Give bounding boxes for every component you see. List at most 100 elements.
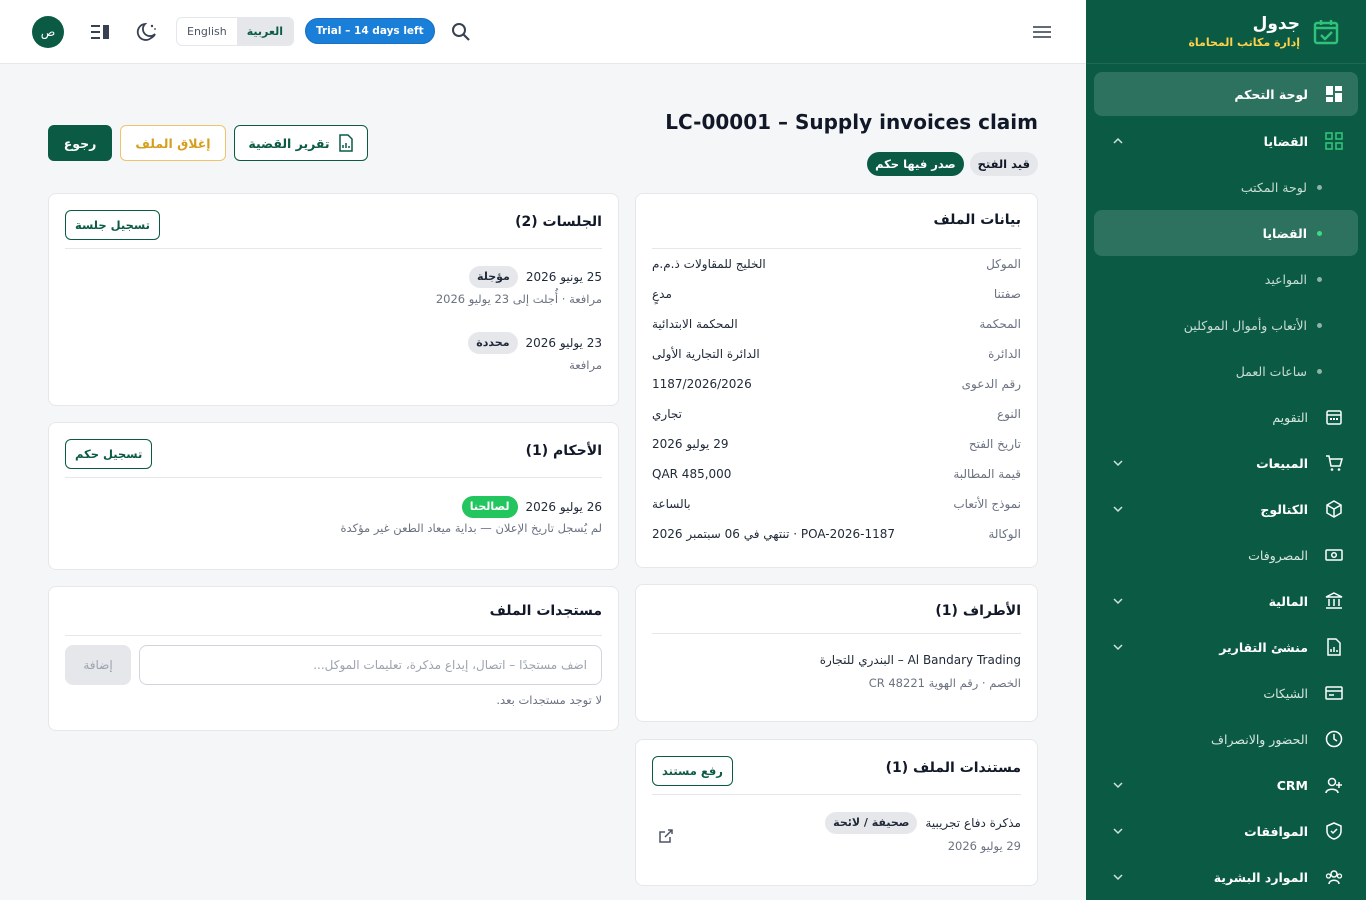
status-chips: قيد الفتح صدر فيها حكم (867, 152, 1038, 176)
sidebar-nav: لوحة التحكم القضايا لوحة المكتب القضايا … (1086, 64, 1366, 900)
status-badge-open: قيد الفتح (969, 152, 1038, 176)
session-note: مرافعة (569, 358, 602, 372)
add-session-button[interactable]: تسجيل جلسة (65, 210, 160, 240)
session-note: مرافعة · أُجلت إلى 23 يوليو 2026 (435, 292, 602, 306)
lang-arabic[interactable]: العربية (236, 18, 293, 45)
sidebar-item-crm[interactable]: CRM (1094, 762, 1358, 808)
sidebar-subitem-work-hours[interactable]: ساعات العمل (1094, 348, 1358, 394)
close-file-button[interactable]: إغلاق الملف (120, 125, 226, 161)
sidebar-item-label: التقويم (1272, 409, 1308, 425)
info-row: نموذج الأتعاب بالساعة (652, 490, 1021, 520)
external-link-icon[interactable] (658, 828, 674, 844)
sidebar-item-catalog[interactable]: الكتالوج (1094, 486, 1358, 532)
brand-name: جدول (1252, 14, 1300, 34)
update-input[interactable]: اضف مستجدًا – اتصال، إيداع مذكرة، تعليما… (139, 645, 602, 685)
sidebar-item-label: المصروفات (1248, 547, 1308, 563)
back-button[interactable]: رجوع (48, 125, 112, 161)
grid-icon (1324, 131, 1344, 151)
sidebar-item-finance[interactable]: المالية (1094, 578, 1358, 624)
dashboard-icon (1324, 84, 1344, 104)
empty-state: لا توجد مستجدات بعد. (496, 693, 602, 707)
ruling-note: لم يُسجل تاريخ الإعلان — بداية ميعاد الط… (340, 521, 602, 535)
user-plus-icon (1324, 775, 1344, 795)
chevron-down-icon (1112, 595, 1124, 607)
sidebar-item-label: الأتعاب وأموال الموكلين (1183, 317, 1307, 333)
info-row: النوع تجاري (652, 400, 1021, 430)
sidebar-item-label: الموافقات (1244, 823, 1308, 839)
sidebar-item-attendance[interactable]: الحضور والانصراف (1094, 716, 1358, 762)
document-item[interactable]: مذكرة دفاع تجريبية صحيفة / لائحة (825, 812, 1021, 834)
clock-icon (1324, 729, 1344, 749)
party-name-text: Al Bandary Trading – البندري للتجارة (819, 653, 1021, 667)
avatar[interactable]: ص (32, 16, 64, 48)
info-row: رقم الدعوى 1187/2026/2026 (652, 370, 1021, 400)
sidebar-item-hr[interactable]: الموارد البشرية (1094, 854, 1358, 900)
rulings-card: الأحكام (1) تسجيل حكم 26 يوليو 2026 لصال… (48, 422, 619, 570)
info-value: الخليج للمقاولات ذ.م.م (652, 257, 766, 271)
language-switcher[interactable]: English العربية (176, 17, 294, 46)
upload-document-button[interactable]: رفع مستند (652, 756, 733, 786)
page-title: LC-00001 – Supply invoices claim (665, 110, 1038, 134)
sidebar-item-label: الشيكات (1263, 685, 1308, 701)
sidebar-subitem-appointments[interactable]: المواعيد (1094, 256, 1358, 302)
info-key: الدائرة (988, 347, 1021, 361)
sidebar: جدول إدارة مكاتب المحاماة لوحة التحكم ال… (1086, 0, 1366, 900)
sidebar-item-cheques[interactable]: الشيكات (1094, 670, 1358, 716)
cash-icon (1324, 545, 1344, 565)
sidebar-item-sales[interactable]: المبيعات (1094, 440, 1358, 486)
document-type-badge: صحيفة / لائحة (825, 812, 918, 834)
sidebar-item-report-builder[interactable]: منشئ التقارير (1094, 624, 1358, 670)
info-key: النوع (997, 407, 1021, 421)
add-update-button[interactable]: إضافة (65, 645, 131, 685)
chevron-down-icon (1112, 825, 1124, 837)
info-key: نموذج الأتعاب (953, 497, 1021, 511)
party-detail: الخصم · رقم الهوية CR 48221 (868, 676, 1021, 690)
info-value: المحكمة الابتدائية (652, 317, 738, 331)
info-value: بالساعة (652, 497, 691, 511)
info-row: الموكل الخليج للمقاولات ذ.م.م (652, 250, 1021, 280)
add-ruling-button[interactable]: تسجيل حكم (65, 439, 153, 469)
sidebar-item-calendar[interactable]: التقويم (1094, 394, 1358, 440)
sidebar-item-approvals[interactable]: الموافقات (1094, 808, 1358, 854)
info-key: صفتنا (993, 287, 1021, 301)
calendar-check-icon (1312, 18, 1340, 46)
sidebar-item-label: الحضور والانصراف (1211, 731, 1308, 747)
sidebar-subitem-cases[interactable]: القضايا (1094, 210, 1358, 256)
sidebar-item-label: المبيعات (1256, 455, 1308, 471)
brand[interactable]: جدول إدارة مكاتب المحاماة (1086, 0, 1366, 64)
menu-icon[interactable] (1031, 21, 1053, 43)
sidebar-item-label: الكتالوج (1260, 501, 1308, 517)
sidebar-item-expenses[interactable]: المصروفات (1094, 532, 1358, 578)
info-row: المحكمة المحكمة الابتدائية (652, 310, 1021, 340)
sidebar-item-label: القضايا (1262, 225, 1307, 241)
session-status-badge: محددة (468, 332, 518, 354)
session-item[interactable]: 25 يونيو 2026 مؤجلة (469, 266, 602, 288)
search-icon[interactable] (450, 21, 472, 43)
cube-icon (1324, 499, 1344, 519)
chevron-down-icon (1112, 457, 1124, 469)
sidebar-item-cases[interactable]: القضايا (1094, 118, 1358, 164)
bullet-icon (1317, 322, 1322, 328)
card-header: الجلسات (2) تسجيل جلسة (65, 194, 602, 249)
lang-english[interactable]: English (177, 18, 237, 45)
info-row: تاريخ الفتح 29 يوليو 2026 (652, 430, 1021, 460)
moon-icon[interactable] (136, 21, 158, 43)
card-header: بيانات الملف (652, 194, 1021, 249)
card-title: بيانات الملف (933, 212, 1021, 228)
session-item[interactable]: 23 يوليو 2026 محددة (468, 332, 602, 354)
case-report-button[interactable]: تقرير القضية (234, 125, 368, 161)
bullet-icon (1317, 368, 1322, 374)
sidebar-subitem-office-dashboard[interactable]: لوحة المكتب (1094, 164, 1358, 210)
trial-badge[interactable]: Trial – 14 days left (305, 18, 435, 44)
sidebar-item-dashboard[interactable]: لوحة التحكم (1094, 72, 1358, 116)
card-header: الأطراف (1) (652, 585, 1021, 634)
sidebar-toggle-icon[interactable] (89, 21, 111, 43)
users-icon (1324, 867, 1344, 887)
bullet-icon (1317, 184, 1322, 190)
info-row: قيمة المطالبة QAR 485,000 (652, 460, 1021, 490)
ruling-item[interactable]: 26 يوليو 2026 لصالحنا (461, 496, 602, 518)
session-date: 23 يوليو 2026 (525, 336, 602, 350)
card-title: الأحكام (1) (525, 443, 602, 459)
sidebar-subitem-fees[interactable]: الأتعاب وأموال الموكلين (1094, 302, 1358, 348)
sidebar-item-label: الموارد البشرية (1213, 869, 1308, 885)
